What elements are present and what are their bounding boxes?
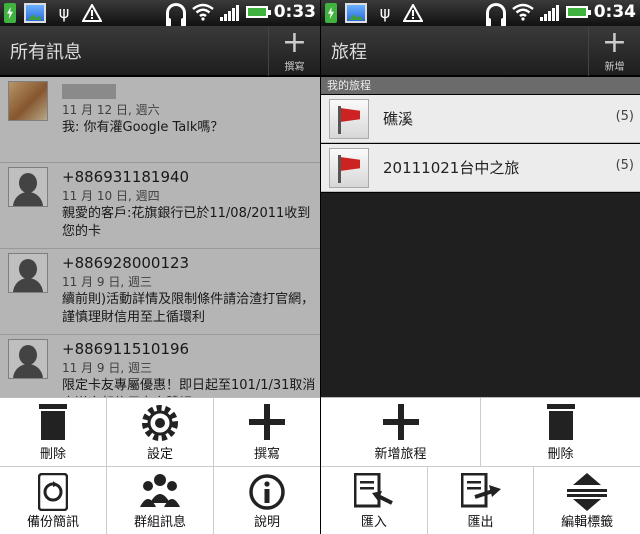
compose-menu-button[interactable]: 撰寫	[214, 398, 320, 466]
plus-icon: +	[601, 25, 628, 60]
options-menu: 新增旅程 刪除 匯入 匯出 編輯標籤	[321, 397, 640, 534]
group-message-button[interactable]: 群組訊息	[107, 467, 214, 534]
export-icon	[428, 467, 534, 513]
trip-item[interactable]: 20111021台中之旅 (5)	[321, 144, 640, 192]
battery-charging-icon	[4, 3, 16, 23]
import-icon	[321, 467, 427, 513]
delete-button[interactable]: 刪除	[0, 398, 107, 466]
export-button[interactable]: 匯出	[428, 467, 535, 534]
battery-charging-icon	[325, 3, 337, 23]
trip-name: 20111021台中之旅	[383, 159, 520, 177]
group-icon	[107, 467, 213, 513]
new-trip-button[interactable]: 新增旅程	[321, 398, 481, 466]
edit-tags-button[interactable]: 編輯標籤	[534, 467, 640, 534]
trip-item[interactable]: 礁溪 (5)	[321, 95, 640, 143]
signal-icon	[219, 3, 240, 21]
photo-icon	[24, 3, 46, 23]
status-bar: ψ 0:33	[0, 0, 320, 27]
info-icon	[214, 467, 320, 513]
delete-button[interactable]: 刪除	[481, 398, 640, 466]
trip-name: 礁溪	[383, 110, 414, 128]
backup-icon	[0, 467, 106, 513]
plus-icon	[321, 398, 480, 444]
plus-icon	[214, 398, 320, 444]
plus-icon: +	[281, 25, 308, 60]
trash-icon	[0, 398, 106, 444]
signal-icon	[539, 3, 560, 21]
gear-icon	[107, 398, 213, 444]
add-trip-button[interactable]: + 新增	[588, 26, 640, 76]
section-header: 我的旅程	[321, 77, 640, 94]
backup-sms-button[interactable]: 備份簡訊	[0, 467, 107, 534]
flag-icon	[329, 99, 369, 139]
trash-icon	[481, 398, 640, 444]
battery-icon	[245, 6, 271, 18]
clock: 0:33	[273, 2, 316, 22]
page-title: 所有訊息	[10, 42, 82, 63]
travel-screen: ψ 0:34 旅程 + 新增 我的旅程 礁溪 (5) 20111021台中之旅	[321, 0, 640, 534]
flag-icon	[329, 148, 369, 188]
headset-icon	[485, 3, 506, 27]
usb-icon: ψ	[379, 3, 391, 22]
warning-icon	[81, 2, 103, 22]
page-title: 旅程	[331, 42, 367, 63]
status-bar: ψ 0:34	[321, 0, 640, 27]
wifi-icon	[191, 3, 214, 21]
trip-count: (5)	[615, 158, 634, 173]
add-label: 新增	[604, 62, 625, 73]
help-button[interactable]: 說明	[214, 467, 320, 534]
compose-label: 撰寫	[284, 62, 305, 73]
trip-count: (5)	[615, 109, 634, 124]
wifi-icon	[511, 3, 534, 21]
battery-icon	[565, 6, 591, 18]
usb-icon: ψ	[58, 3, 70, 22]
warning-icon	[402, 2, 424, 22]
photo-icon	[345, 3, 367, 23]
import-button[interactable]: 匯入	[321, 467, 428, 534]
options-menu: 刪除 設定 撰寫 備份簡訊 群組訊息 說明	[0, 397, 320, 534]
sort-icon	[534, 467, 640, 513]
settings-button[interactable]: 設定	[107, 398, 214, 466]
compose-button[interactable]: + 撰寫	[268, 26, 320, 76]
headset-icon	[165, 3, 186, 27]
title-bar: 旅程 + 新增	[321, 26, 640, 76]
clock: 0:34	[593, 2, 636, 22]
title-bar: 所有訊息 + 撰寫	[0, 26, 320, 76]
messages-screen: ψ 0:33 所有訊息 + 撰寫 11 月 12 日, 週六 我: 你有灌Goo…	[0, 0, 320, 534]
